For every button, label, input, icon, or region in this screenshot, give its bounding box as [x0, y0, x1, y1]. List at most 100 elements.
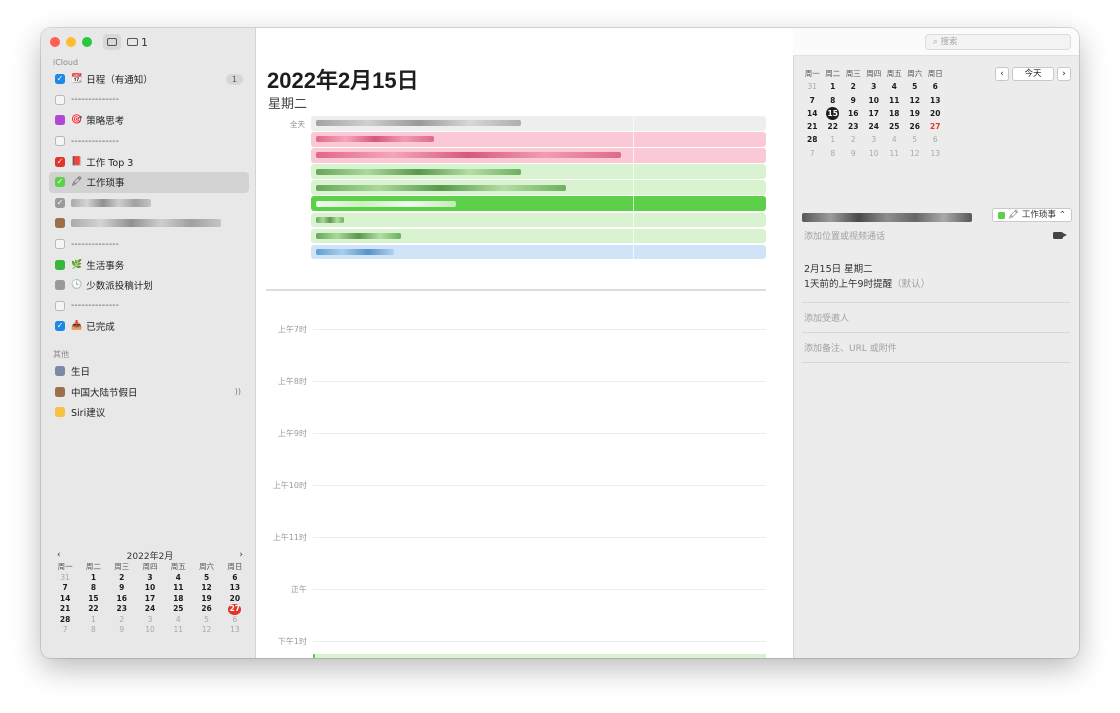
sidebar-other-calendar-item[interactable]: 生日: [49, 361, 249, 382]
calendar-day[interactable]: 10: [864, 147, 885, 160]
sidebar-calendar-item[interactable]: [49, 213, 249, 234]
calendar-day[interactable]: 3: [136, 615, 164, 626]
calendar-day[interactable]: 11: [164, 625, 192, 636]
all-day-event[interactable]: [311, 228, 766, 244]
calendar-day[interactable]: 12: [905, 147, 926, 160]
prev-button[interactable]: ‹: [995, 67, 1009, 81]
calendar-day[interactable]: 16: [843, 107, 864, 120]
calendar-day[interactable]: 2: [843, 80, 864, 93]
calendar-checkbox[interactable]: [55, 280, 65, 291]
mini-prev-month-button[interactable]: ‹: [57, 550, 61, 560]
search-field[interactable]: ⌕ 搜索: [925, 34, 1071, 50]
calendar-day[interactable]: 5: [192, 615, 220, 626]
calendar-day[interactable]: 25: [164, 604, 192, 615]
calendar-day[interactable]: 2: [843, 133, 864, 146]
invitees-field[interactable]: 添加受邀人: [804, 311, 849, 324]
calendar-day[interactable]: 4: [884, 133, 905, 146]
calendar-color-swatch[interactable]: [55, 366, 65, 377]
calendar-day[interactable]: 15: [823, 106, 844, 121]
calendar-day[interactable]: 13: [925, 147, 946, 160]
calendar-day[interactable]: 4: [164, 615, 192, 626]
hour-row[interactable]: 上午8时: [256, 377, 776, 386]
calendar-day[interactable]: 9: [843, 94, 864, 107]
calendar-day[interactable]: 25: [884, 120, 905, 133]
calendar-day[interactable]: 8: [79, 625, 107, 636]
calendar-day[interactable]: 26: [192, 604, 220, 615]
calendar-day[interactable]: 11: [884, 147, 905, 160]
calendar-day[interactable]: 8: [79, 583, 107, 594]
calendar-color-swatch[interactable]: [55, 386, 65, 397]
calendar-day[interactable]: 18: [884, 107, 905, 120]
hour-row[interactable]: 下午1时: [256, 637, 776, 646]
zoom-button[interactable]: [82, 37, 92, 47]
calendar-day[interactable]: 20: [221, 594, 249, 605]
calendar-day[interactable]: 3: [864, 133, 885, 146]
hour-row[interactable]: 上午10时: [256, 481, 776, 490]
calendar-day[interactable]: 5: [192, 573, 220, 584]
calendar-day[interactable]: 10: [136, 625, 164, 636]
hour-row[interactable]: 上午9时: [256, 429, 776, 438]
calendar-day[interactable]: 1: [823, 80, 844, 93]
calendar-day[interactable]: 31: [51, 573, 79, 584]
calendar-day[interactable]: 28: [802, 133, 823, 146]
sidebar-other-calendar-item[interactable]: Siri建议: [49, 402, 249, 423]
calendar-day[interactable]: 1: [823, 133, 844, 146]
calendar-day[interactable]: 6: [925, 133, 946, 146]
all-day-event[interactable]: [311, 116, 766, 131]
calendar-day[interactable]: 23: [108, 604, 136, 615]
calendar-day[interactable]: 28: [51, 615, 79, 626]
sidebar-calendar-item[interactable]: ✓ 📕 工作 Top 3: [49, 151, 249, 172]
sidebar-calendar-item[interactable]: ✓ 📆 日程（有通知） 1: [49, 69, 249, 90]
calendar-day[interactable]: 7: [51, 625, 79, 636]
calendar-list-toggle-button[interactable]: [103, 34, 121, 50]
today-button[interactable]: 今天: [1012, 67, 1054, 81]
calendar-checkbox[interactable]: [55, 115, 65, 126]
sidebar-calendar-item[interactable]: ✓ 🖍 工作琐事: [49, 171, 249, 193]
calendar-checkbox[interactable]: [55, 300, 65, 311]
calendar-day[interactable]: 3: [136, 573, 164, 584]
calendar-day[interactable]: 3: [864, 80, 885, 93]
calendar-day[interactable]: 2: [108, 615, 136, 626]
calendar-day[interactable]: 27: [925, 120, 946, 133]
calendar-day[interactable]: 12: [192, 583, 220, 594]
inbox-button[interactable]: 1: [127, 36, 148, 49]
sidebar-calendar-item[interactable]: ✓ 📥 已完成: [49, 316, 249, 337]
calendar-day[interactable]: 8: [823, 94, 844, 107]
all-day-event[interactable]: [311, 132, 766, 147]
calendar-day[interactable]: 14: [802, 107, 823, 120]
sidebar-calendar-item[interactable]: --------------: [49, 90, 249, 111]
all-day-event[interactable]: [311, 212, 766, 228]
calendar-day[interactable]: 19: [905, 107, 926, 120]
calendar-day[interactable]: 23: [843, 120, 864, 133]
notes-field[interactable]: 添加备注、URL 或附件: [804, 341, 897, 354]
event-date[interactable]: 2月15日 星期二: [804, 261, 873, 275]
calendar-checkbox[interactable]: ✓: [55, 156, 65, 167]
hour-row[interactable]: 上午7时: [256, 325, 776, 334]
calendar-day[interactable]: 6: [925, 80, 946, 93]
calendar-checkbox[interactable]: [55, 94, 65, 105]
calendar-day[interactable]: 4: [164, 573, 192, 584]
event-alert[interactable]: 1天前的上午9时提醒（默认）: [804, 276, 930, 290]
calendar-day[interactable]: 7: [51, 583, 79, 594]
calendar-day[interactable]: 7: [802, 94, 823, 107]
calendar-day[interactable]: 6: [221, 573, 249, 584]
calendar-day[interactable]: 1: [79, 615, 107, 626]
video-camera-icon[interactable]: [1053, 232, 1067, 239]
calendar-day[interactable]: 18: [164, 594, 192, 605]
calendar-day[interactable]: 17: [864, 107, 885, 120]
calendar-day[interactable]: 21: [802, 120, 823, 133]
calendar-checkbox[interactable]: [55, 136, 65, 147]
calendar-day[interactable]: 6: [221, 615, 249, 626]
calendar-day[interactable]: 4: [884, 80, 905, 93]
minimize-button[interactable]: [66, 37, 76, 47]
calendar-day[interactable]: 24: [136, 604, 164, 615]
calendar-day[interactable]: 15: [79, 594, 107, 605]
calendar-color-swatch[interactable]: [55, 407, 65, 418]
calendar-day[interactable]: 1: [79, 573, 107, 584]
calendar-popup-button[interactable]: 🖍 工作琐事 ⌃: [992, 208, 1072, 222]
calendar-checkbox[interactable]: [55, 218, 65, 229]
calendar-day[interactable]: 12: [192, 625, 220, 636]
calendar-day[interactable]: 24: [864, 120, 885, 133]
sidebar-calendar-item[interactable]: 🎯 策略思考: [49, 110, 249, 131]
calendar-day[interactable]: 2: [108, 573, 136, 584]
